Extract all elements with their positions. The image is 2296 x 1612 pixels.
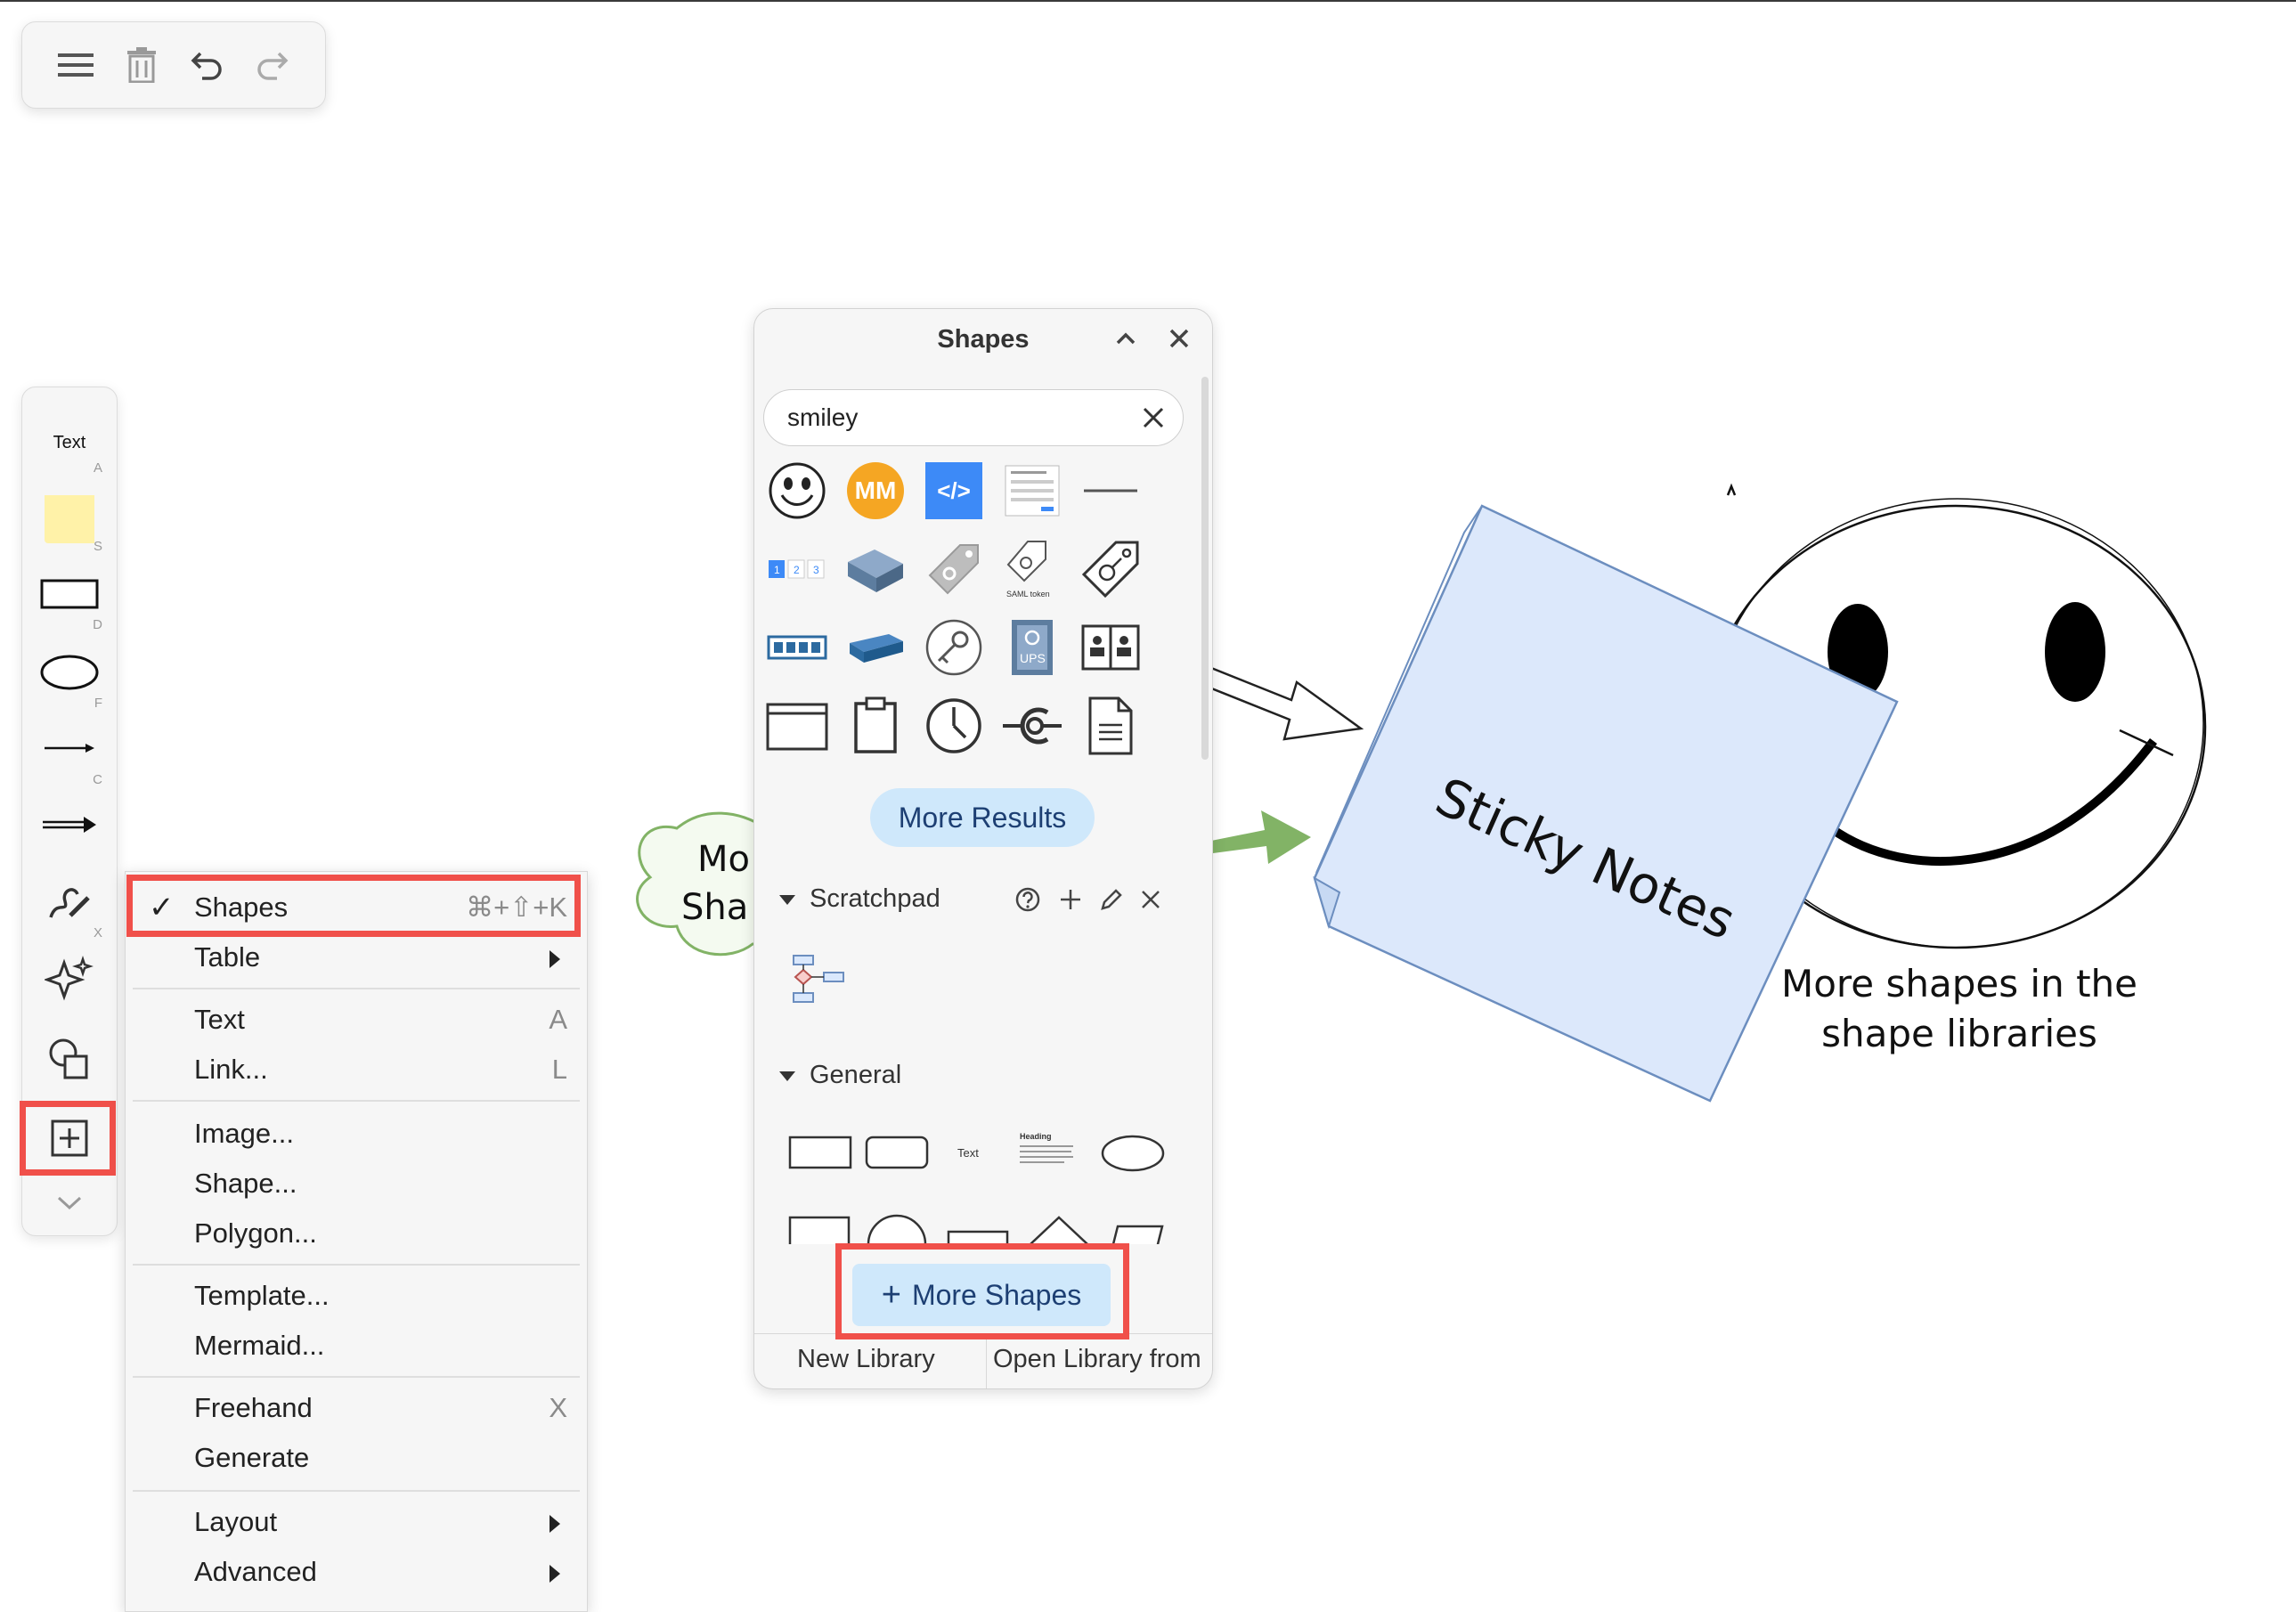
tag-key-icon[interactable] xyxy=(1079,537,1143,601)
collapse-triangle-icon xyxy=(779,1071,795,1081)
panel-footer: New Library Open Library from xyxy=(754,1333,1212,1388)
key-tag-icon[interactable] xyxy=(922,537,986,601)
more-shapes-highlight xyxy=(835,1243,1129,1339)
general-section[interactable]: General xyxy=(779,1061,901,1090)
ups-icon[interactable]: UPS xyxy=(1000,615,1064,680)
horizontal-line-icon[interactable] xyxy=(1079,459,1143,523)
clear-search-icon[interactable] xyxy=(1142,406,1165,429)
collapse-button[interactable] xyxy=(1112,325,1144,357)
green-arrow xyxy=(1211,810,1311,864)
open-library-button[interactable]: Open Library from xyxy=(993,1345,1201,1374)
ellipse-icon xyxy=(1101,1135,1165,1172)
chevron-up-icon xyxy=(1116,332,1136,345)
pagination-icon[interactable]: 1 2 3 xyxy=(765,537,829,601)
rectangle-icon xyxy=(788,1136,852,1169)
clock-icon[interactable] xyxy=(922,694,986,758)
general-shapes-row-2 xyxy=(788,1209,1189,1244)
shapes-panel: Shapes MM </> 123 SAML token xyxy=(753,308,1213,1389)
help-icon[interactable] xyxy=(1014,886,1041,913)
smiley-icon[interactable] xyxy=(765,459,829,523)
cloud-text-2: Sha xyxy=(681,887,749,928)
general-rectangle-shape[interactable] xyxy=(788,1136,852,1174)
add-icon[interactable] xyxy=(1057,886,1084,913)
white-arrow xyxy=(1208,666,1364,741)
footer-divider xyxy=(986,1334,987,1388)
caption-line-1: More shapes in the xyxy=(1780,962,2137,1005)
scratchpad-item[interactable] xyxy=(788,954,851,1016)
general-rounded-rectangle-shape[interactable] xyxy=(865,1136,929,1174)
close-icon xyxy=(1169,329,1189,348)
saml-token-icon[interactable]: SAML token xyxy=(1000,537,1064,601)
flowchart-icon xyxy=(793,955,844,1003)
cloud-shape xyxy=(636,811,768,957)
edit-pencil-icon[interactable] xyxy=(1098,886,1125,913)
search-input[interactable] xyxy=(786,399,1128,436)
svg-text:3: 3 xyxy=(813,564,819,576)
cloud-text-1: Mo xyxy=(697,839,750,880)
rounded-rectangle-icon xyxy=(865,1136,929,1169)
key-circle-icon[interactable] xyxy=(922,615,986,680)
general-heading-shape[interactable]: Heading xyxy=(1020,1132,1075,1176)
clipboard-icon[interactable] xyxy=(843,694,908,758)
caption-line-2: shape libraries xyxy=(1821,1012,2097,1055)
mm-avatar-icon[interactable]: MM xyxy=(843,459,908,523)
new-library-button[interactable]: New Library xyxy=(797,1345,935,1374)
form-icon[interactable] xyxy=(1000,459,1064,523)
paragraph-lines-icon xyxy=(1020,1145,1073,1163)
address-book-icon[interactable] xyxy=(1079,615,1143,680)
router-icon[interactable] xyxy=(843,615,908,680)
svg-text:2: 2 xyxy=(794,564,800,576)
panel-scrollbar[interactable] xyxy=(1201,377,1209,760)
scratchpad-section[interactable]: Scratchpad xyxy=(779,884,940,914)
close-icon[interactable] xyxy=(1139,888,1162,911)
general-text-shape[interactable]: Text xyxy=(957,1146,979,1160)
collapse-triangle-icon xyxy=(779,894,795,905)
code-icon[interactable]: </> xyxy=(922,459,986,523)
svg-text:1: 1 xyxy=(774,564,780,576)
browser-window-icon[interactable] xyxy=(765,694,829,758)
svg-text:SAML token: SAML token xyxy=(1006,590,1050,598)
connector-icon[interactable] xyxy=(1000,694,1064,758)
document-icon[interactable] xyxy=(1079,694,1143,758)
svg-text:UPS: UPS xyxy=(1020,651,1046,665)
server-block-icon[interactable] xyxy=(843,537,908,601)
network-switch-icon[interactable] xyxy=(765,615,829,680)
search-box xyxy=(763,389,1184,446)
more-results-button[interactable]: More Results xyxy=(870,788,1095,847)
general-ellipse-shape[interactable] xyxy=(1100,1134,1166,1177)
close-panel-button[interactable] xyxy=(1166,325,1198,357)
